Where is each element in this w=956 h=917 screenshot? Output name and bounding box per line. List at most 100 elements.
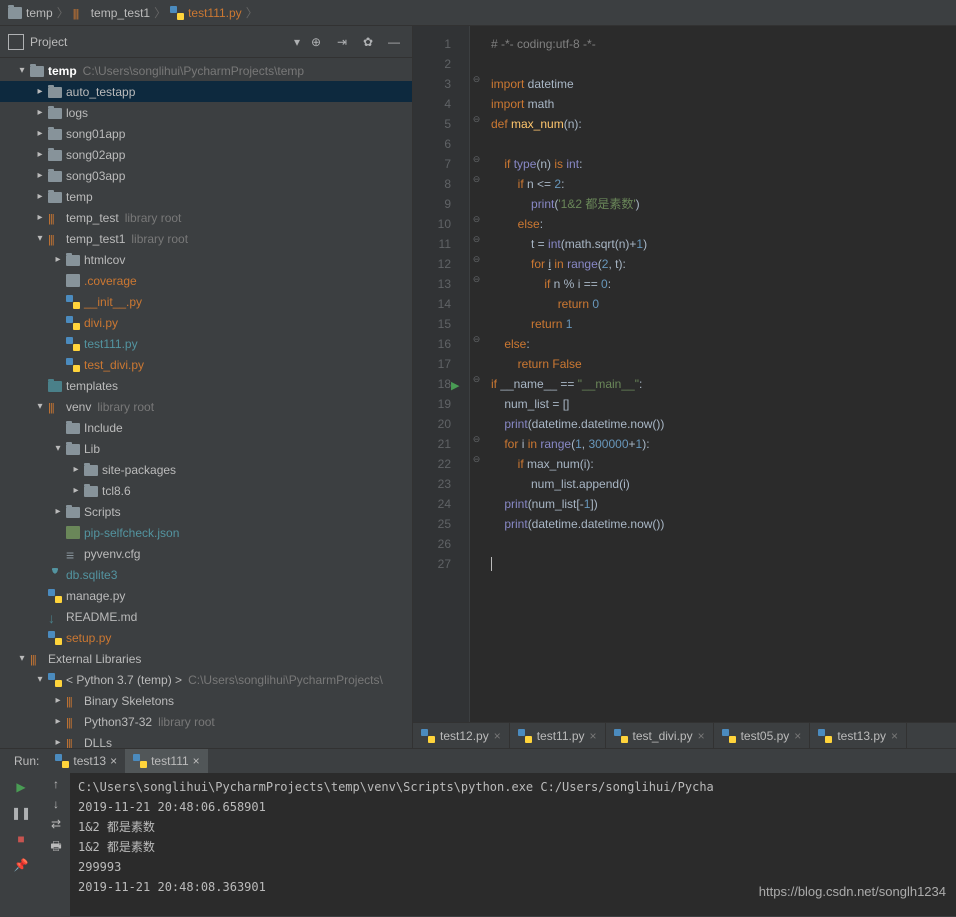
tree-item[interactable]: pyvenv.cfg bbox=[0, 543, 412, 564]
tree-item[interactable]: ▸Python37-32library root bbox=[0, 711, 412, 732]
editor-tab[interactable]: test12.py× bbox=[413, 723, 510, 748]
run-tab[interactable]: test13× bbox=[47, 749, 125, 773]
close-icon[interactable]: × bbox=[110, 754, 117, 768]
tree-item-label: test_divi.py bbox=[84, 358, 144, 372]
tree-item[interactable]: ▾< Python 3.7 (temp) >C:\Users\songlihui… bbox=[0, 669, 412, 690]
tree-arrow-icon[interactable]: ▸ bbox=[50, 716, 66, 727]
tree-item[interactable]: ▸song02app bbox=[0, 144, 412, 165]
tree-arrow-icon[interactable]: ▾ bbox=[14, 653, 30, 664]
tree-arrow-icon[interactable]: ▸ bbox=[32, 149, 48, 160]
tree-item[interactable]: setup.py bbox=[0, 627, 412, 648]
project-tree[interactable]: ▾tempC:\Users\songlihui\PycharmProjects\… bbox=[0, 58, 412, 748]
tree-item[interactable]: ▸site-packages bbox=[0, 459, 412, 480]
tree-item[interactable]: ▾tempC:\Users\songlihui\PycharmProjects\… bbox=[0, 60, 412, 81]
collapse-icon[interactable]: ⇥ bbox=[332, 32, 352, 52]
tree-item[interactable]: ▸Scripts bbox=[0, 501, 412, 522]
pause-icon[interactable]: ❚❚ bbox=[11, 803, 31, 823]
tree-arrow-icon[interactable]: ▸ bbox=[32, 128, 48, 139]
tree-item[interactable]: __init__.py bbox=[0, 291, 412, 312]
breadcrumb-item[interactable]: temp bbox=[8, 6, 53, 20]
tree-item-label: venv bbox=[66, 400, 91, 414]
gear-icon[interactable]: ✿ bbox=[358, 32, 378, 52]
tree-item-meta: library root bbox=[131, 232, 188, 246]
tree-item[interactable]: ▸htmlcov bbox=[0, 249, 412, 270]
breadcrumb-item[interactable]: temp_test1 bbox=[73, 6, 150, 20]
folder-icon bbox=[66, 444, 80, 455]
tree-arrow-icon[interactable]: ▾ bbox=[50, 443, 66, 454]
pin-icon[interactable]: 📌 bbox=[11, 855, 31, 875]
close-icon[interactable]: × bbox=[590, 729, 597, 743]
tree-arrow-icon[interactable]: ▸ bbox=[50, 506, 66, 517]
tree-arrow-icon[interactable]: ▾ bbox=[32, 233, 48, 244]
code-editor[interactable]: # -*- coding:utf-8 -*- import datetimeim… bbox=[483, 26, 956, 722]
tree-item[interactable]: ▸Binary Skeletons bbox=[0, 690, 412, 711]
tree-item[interactable]: test111.py bbox=[0, 333, 412, 354]
up-icon[interactable]: ↑ bbox=[53, 777, 59, 791]
run-line-icon[interactable]: ▶ bbox=[451, 376, 459, 396]
tree-item[interactable]: ▸logs bbox=[0, 102, 412, 123]
tree-item[interactable]: ▾Lib bbox=[0, 438, 412, 459]
wrap-icon[interactable]: ⇄ bbox=[51, 817, 61, 831]
tree-arrow-icon[interactable]: ▸ bbox=[50, 737, 66, 748]
tree-arrow-icon[interactable]: ▸ bbox=[50, 254, 66, 265]
tree-arrow-icon[interactable]: ▸ bbox=[32, 170, 48, 181]
tree-arrow-icon[interactable]: ▾ bbox=[32, 674, 48, 685]
tree-item-label: db.sqlite3 bbox=[66, 568, 117, 582]
tree-arrow-icon[interactable]: ▸ bbox=[68, 464, 84, 475]
tree-item[interactable]: ▸song03app bbox=[0, 165, 412, 186]
stop-icon[interactable]: ■ bbox=[11, 829, 31, 849]
tree-item[interactable]: test_divi.py bbox=[0, 354, 412, 375]
close-icon[interactable]: × bbox=[193, 754, 200, 768]
tree-arrow-icon[interactable]: ▸ bbox=[68, 485, 84, 496]
tree-arrow-icon[interactable]: ▸ bbox=[32, 191, 48, 202]
run-tab[interactable]: test111× bbox=[125, 749, 208, 773]
tree-item[interactable]: db.sqlite3 bbox=[0, 564, 412, 585]
python-file-icon bbox=[170, 6, 184, 20]
editor-tab[interactable]: test13.py× bbox=[810, 723, 907, 748]
folder-icon bbox=[48, 192, 62, 203]
tree-arrow-icon[interactable]: ▸ bbox=[50, 695, 66, 706]
lib-folder-icon bbox=[73, 6, 87, 20]
tree-item[interactable]: .coverage bbox=[0, 270, 412, 291]
editor-tab[interactable]: test_divi.py× bbox=[606, 723, 714, 748]
tree-arrow-icon[interactable]: ▸ bbox=[32, 86, 48, 97]
chevron-down-icon[interactable]: ▾ bbox=[294, 35, 300, 49]
tree-item[interactable]: ▾temp_test1library root bbox=[0, 228, 412, 249]
close-icon[interactable]: × bbox=[698, 729, 705, 743]
tree-arrow-icon[interactable]: ▸ bbox=[32, 212, 48, 223]
tree-arrow-icon[interactable]: ▾ bbox=[32, 401, 48, 412]
close-icon[interactable]: × bbox=[494, 729, 501, 743]
tree-item[interactable]: pip-selfcheck.json bbox=[0, 522, 412, 543]
fold-column[interactable]: ⊖⊖⊖⊖⊖⊖⊖⊖⊖⊖⊖⊖ bbox=[469, 26, 483, 722]
hide-icon[interactable]: — bbox=[384, 32, 404, 52]
tree-item[interactable]: ▸temp bbox=[0, 186, 412, 207]
tree-item[interactable]: ▾External Libraries bbox=[0, 648, 412, 669]
tree-arrow-icon[interactable]: ▸ bbox=[32, 107, 48, 118]
tree-item-label: Python37-32 bbox=[84, 715, 152, 729]
tree-item[interactable]: README.md bbox=[0, 606, 412, 627]
down-icon[interactable]: ↓ bbox=[53, 797, 59, 811]
line-number-gutter[interactable]: 1234567891011121314151617▶18192021222324… bbox=[413, 26, 469, 722]
tree-item[interactable]: manage.py bbox=[0, 585, 412, 606]
editor-tab[interactable]: test05.py× bbox=[714, 723, 811, 748]
tree-item[interactable]: divi.py bbox=[0, 312, 412, 333]
tree-item[interactable]: ▸song01app bbox=[0, 123, 412, 144]
tree-item[interactable]: Include bbox=[0, 417, 412, 438]
tree-arrow-icon[interactable]: ▾ bbox=[14, 65, 30, 76]
folder-lib-icon bbox=[66, 715, 80, 729]
rerun-icon[interactable]: ▶ bbox=[11, 777, 31, 797]
close-icon[interactable]: × bbox=[794, 729, 801, 743]
tree-item[interactable]: ▸DLLs bbox=[0, 732, 412, 748]
editor-tab[interactable]: test11.py× bbox=[510, 723, 606, 748]
tree-item[interactable]: ▸temp_testlibrary root bbox=[0, 207, 412, 228]
tree-item[interactable]: ▾venvlibrary root bbox=[0, 396, 412, 417]
close-icon[interactable]: × bbox=[891, 729, 898, 743]
locate-icon[interactable]: ⊕ bbox=[306, 32, 326, 52]
breadcrumb-item[interactable]: test111.py bbox=[170, 6, 242, 20]
tree-item[interactable]: ▸auto_testapp bbox=[0, 81, 412, 102]
project-view-icon[interactable] bbox=[8, 34, 24, 50]
tree-item[interactable]: ▸tcl8.6 bbox=[0, 480, 412, 501]
tree-item[interactable]: templates bbox=[0, 375, 412, 396]
project-title[interactable]: Project bbox=[30, 35, 288, 49]
print-icon[interactable]: 🖶 bbox=[50, 837, 61, 858]
